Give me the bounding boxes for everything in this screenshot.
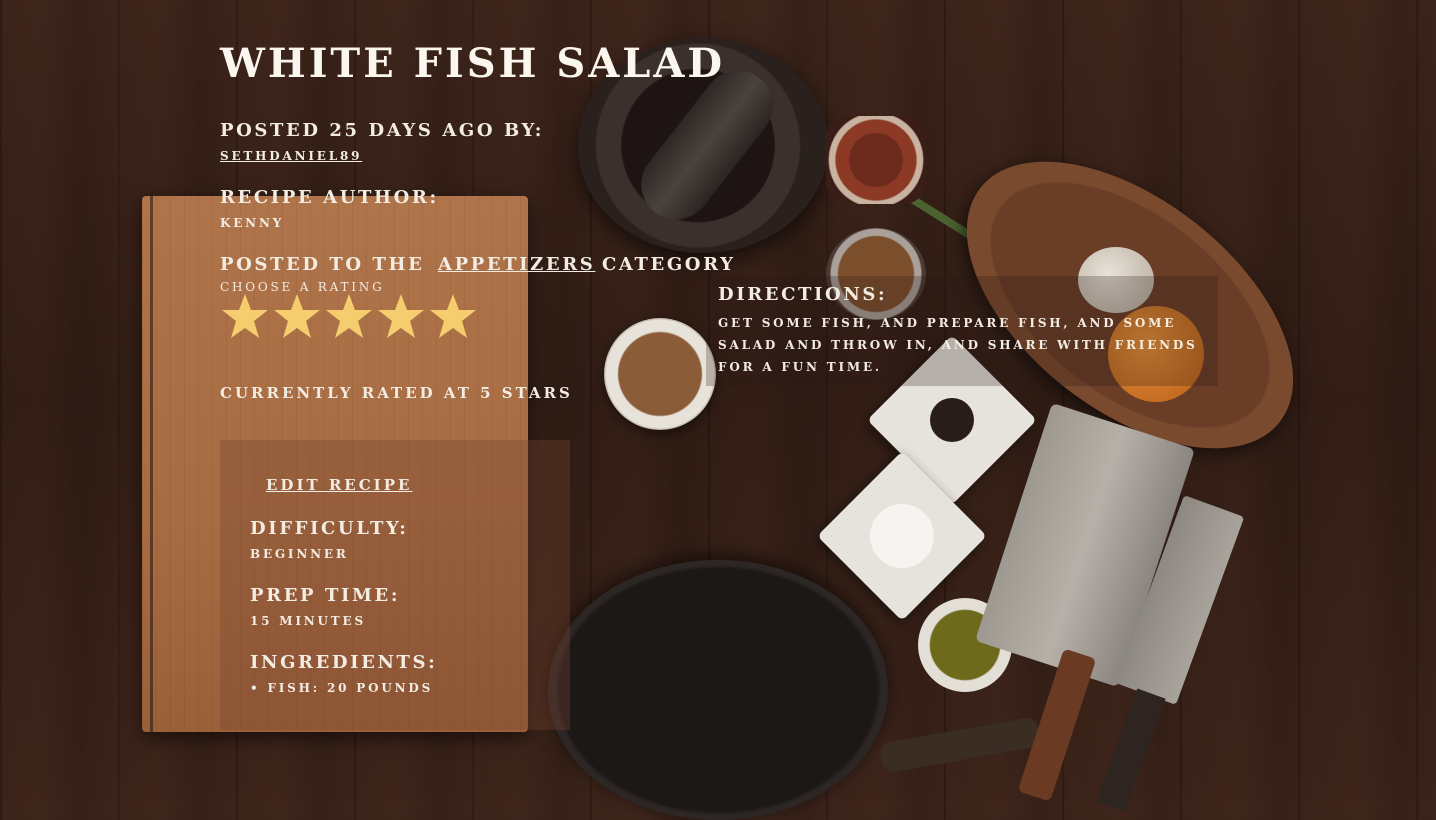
spice-jar — [826, 116, 926, 204]
cleaver-handle — [1017, 648, 1097, 802]
star-icon[interactable] — [220, 292, 270, 342]
knife — [1115, 495, 1245, 705]
author-name: KENNY — [220, 216, 285, 230]
ingredients-label: INGREDIENTS: — [250, 652, 438, 673]
posted-label: POSTED 25 DAYS AGO BY: — [220, 120, 544, 141]
posted-to-suffix: CATEGORY — [602, 254, 736, 275]
edit-recipe-link[interactable]: EDIT RECIPE — [266, 476, 412, 494]
cleaver — [975, 402, 1195, 688]
directions-line-1: GET SOME FISH, AND PREPARE FISH, AND SOM… — [718, 316, 1177, 330]
difficulty-label: DIFFICULTY: — [250, 518, 409, 539]
cast-iron-pan — [548, 560, 888, 820]
knife-handle — [1096, 688, 1166, 812]
recipe-title: WHITE FISH SALAD — [220, 40, 726, 87]
prep-time-value: 15 MINUTES — [250, 614, 366, 628]
sugar-bowl — [604, 318, 716, 430]
author-label: RECIPE AUTHOR: — [220, 187, 439, 208]
background-scene — [0, 0, 1436, 820]
salt-dish — [817, 451, 987, 621]
category-link[interactable]: APPETIZERS — [438, 254, 595, 275]
posted-to-prefix: POSTED TO THE — [220, 254, 425, 275]
directions-line-3: FOR A FUN TIME. — [718, 360, 882, 374]
rosemary-sprig — [837, 150, 1055, 290]
posted-by-link[interactable]: SETHDANIEL89 — [220, 149, 362, 163]
oil-bowl — [918, 598, 1012, 692]
star-icon[interactable] — [376, 292, 426, 342]
prep-time-label: PREP TIME: — [250, 585, 401, 606]
pan-handle — [878, 716, 1042, 774]
star-icon[interactable] — [324, 292, 374, 342]
current-rating-text: CURRENTLY RATED AT 5 STARS — [220, 384, 573, 402]
rating-stars[interactable] — [220, 292, 478, 342]
difficulty-value: BEGINNER — [250, 547, 349, 561]
directions-line-2: SALAD AND THROW IN, AND SHARE WITH FRIEN… — [718, 338, 1198, 352]
ingredient-item: • FISH: 20 POUNDS — [250, 681, 434, 695]
directions-label: DIRECTIONS: — [718, 284, 888, 305]
star-icon[interactable] — [272, 292, 322, 342]
star-icon[interactable] — [428, 292, 478, 342]
